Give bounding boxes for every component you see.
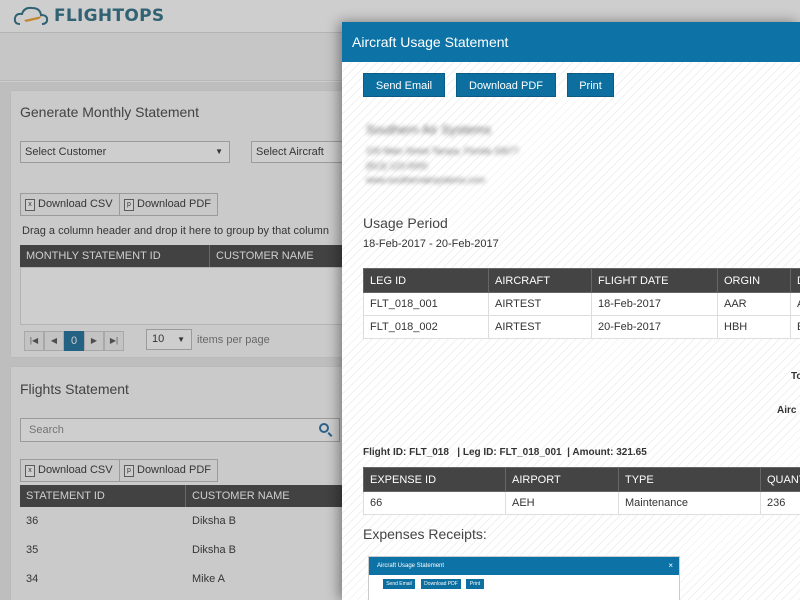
col-quantity: QUANT bbox=[760, 467, 800, 492]
total-label-cut: To bbox=[791, 371, 800, 382]
type-cell: Maintenance bbox=[618, 491, 761, 515]
col-destination: D bbox=[790, 268, 800, 293]
receipt-title: Aircraft Usage Statement bbox=[377, 563, 445, 569]
table-row[interactable]: 66 AEH Maintenance 236 bbox=[363, 491, 800, 515]
aircraft-cell: AIRTEST bbox=[488, 315, 592, 339]
modal-title: Aircraft Usage Statement bbox=[352, 34, 509, 50]
col-origin: ORGIN bbox=[717, 268, 791, 293]
expenses-table: EXPENSE ID AIRPORT TYPE QUANT 66 AEH Mai… bbox=[363, 467, 800, 515]
col-aircraft: AIRCRAFT bbox=[488, 268, 592, 293]
download-pdf-button[interactable]: Download PDF bbox=[456, 73, 556, 97]
col-flight-date: FLIGHT DATE bbox=[591, 268, 718, 293]
flight-leg-amount-info: Flight ID: FLT_018 | Leg ID: FLT_018_001… bbox=[363, 447, 647, 458]
company-phone: (813) 123-0000 bbox=[366, 161, 428, 171]
expense-receipt-thumbnail[interactable]: Aircraft Usage Statement × Send Email Do… bbox=[368, 556, 680, 600]
table-row[interactable]: FLT_018_002 AIRTEST 20-Feb-2017 HBH E bbox=[363, 315, 800, 339]
quantity-cell: 236 bbox=[760, 491, 800, 515]
flight-date-cell: 18-Feb-2017 bbox=[591, 292, 718, 316]
receipt-print: Print bbox=[466, 579, 484, 589]
aircraft-cell: AIRTEST bbox=[488, 292, 592, 316]
destination-cell: A bbox=[790, 292, 800, 316]
airport-cell: AEH bbox=[505, 491, 619, 515]
company-name: Southern Air Systems bbox=[366, 122, 491, 137]
expense-id-cell: 66 bbox=[363, 491, 506, 515]
legs-table-header: LEG ID AIRCRAFT FLIGHT DATE ORGIN D bbox=[363, 268, 800, 293]
send-email-button[interactable]: Send Email bbox=[363, 73, 445, 97]
receipt-send-email: Send Email bbox=[383, 579, 415, 589]
destination-cell: E bbox=[790, 315, 800, 339]
expenses-receipts-title: Expenses Receipts: bbox=[363, 526, 487, 542]
print-button[interactable]: Print bbox=[567, 73, 614, 97]
col-type: TYPE bbox=[618, 467, 761, 492]
receipt-header: Aircraft Usage Statement × bbox=[369, 557, 679, 575]
flight-date-cell: 20-Feb-2017 bbox=[591, 315, 718, 339]
aircraft-label-cut: Airc bbox=[777, 405, 797, 416]
usage-period-value: 18-Feb-2017 - 20-Feb-2017 bbox=[363, 238, 499, 250]
legs-table: LEG ID AIRCRAFT FLIGHT DATE ORGIN D FLT_… bbox=[363, 268, 800, 339]
company-website: www.southernairsystems.com bbox=[366, 175, 486, 185]
aircraft-usage-statement-modal: Aircraft Usage Statement Send Email Down… bbox=[342, 22, 800, 600]
expenses-table-header: EXPENSE ID AIRPORT TYPE QUANT bbox=[363, 467, 800, 492]
close-icon: × bbox=[668, 561, 673, 570]
col-expense-id: EXPENSE ID bbox=[363, 467, 506, 492]
receipt-download-pdf: Download PDF bbox=[421, 579, 461, 589]
col-airport: AIRPORT bbox=[505, 467, 619, 492]
leg-id-cell: FLT_018_002 bbox=[363, 315, 489, 339]
company-address: 100 Main Street Tampa, Florida 33677 bbox=[366, 146, 519, 156]
modal-header: Aircraft Usage Statement bbox=[342, 22, 800, 62]
origin-cell: HBH bbox=[717, 315, 791, 339]
leg-id-cell: FLT_018_001 bbox=[363, 292, 489, 316]
table-row[interactable]: FLT_018_001 AIRTEST 18-Feb-2017 AAR A bbox=[363, 292, 800, 316]
origin-cell: AAR bbox=[717, 292, 791, 316]
col-leg-id: LEG ID bbox=[363, 268, 489, 293]
usage-period-title: Usage Period bbox=[363, 215, 448, 231]
